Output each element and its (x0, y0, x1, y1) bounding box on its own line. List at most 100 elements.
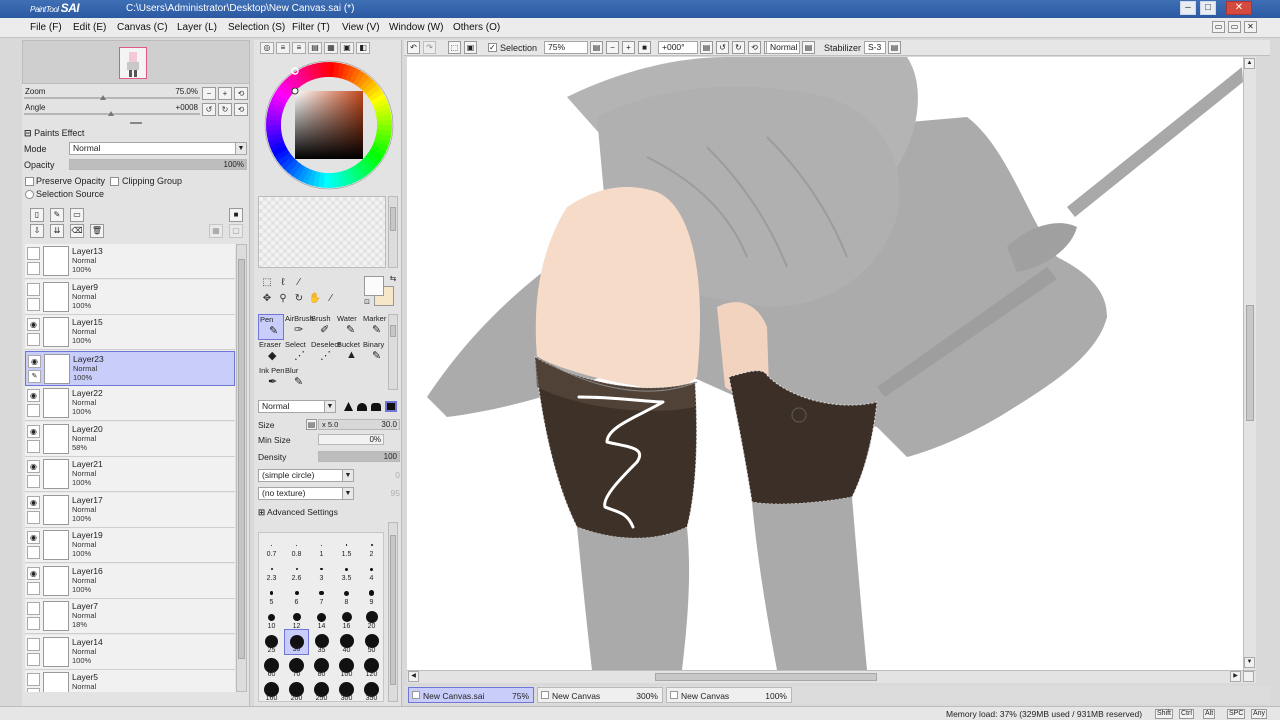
navigator-panel[interactable] (22, 40, 250, 84)
foreground-color-swatch[interactable] (364, 276, 384, 296)
brush-size-preset[interactable]: 2.6 (284, 557, 309, 583)
layer-lock-icon[interactable] (27, 333, 40, 346)
clear-layer-icon[interactable]: ⌫ (70, 224, 84, 238)
brush-size-preset[interactable]: 35 (309, 629, 334, 655)
canvas-tab[interactable]: New Canvas.sai 75% (408, 687, 534, 703)
canvas-tab[interactable]: New Canvas 100% (666, 687, 792, 703)
angle-slider[interactable]: Angle +0008 (24, 103, 200, 117)
clipping-group-checkbox[interactable] (110, 177, 119, 186)
brush-tool-binary[interactable]: Binary ✎ (362, 340, 388, 366)
canvas-horizontal-scrollbar[interactable]: ◀ ▶ (407, 670, 1256, 683)
color-wheel-tab-icon[interactable]: ◎ (260, 42, 274, 54)
layer-lock-icon[interactable] (27, 546, 40, 559)
eye-icon[interactable]: ◉ (27, 495, 40, 509)
brush-tool-ink-pen[interactable]: Ink Pen ✒ (258, 366, 284, 392)
density-slider[interactable]: 100 (318, 451, 400, 462)
rotate-reset-icon[interactable]: ⟲ (748, 41, 761, 54)
brush-size-preset[interactable]: 40 (334, 629, 359, 655)
layer-mode-select[interactable]: Normal ▼ (69, 142, 247, 155)
new-folder-icon[interactable]: ▭ (70, 208, 84, 222)
selection-source-checkbox[interactable] (25, 190, 34, 199)
menu-window[interactable]: Window (W) (389, 22, 443, 33)
brush-size-preset[interactable]: 300 (334, 677, 359, 703)
swatches-tab-icon[interactable]: ▦ (324, 42, 338, 54)
layer-row[interactable]: Layer14 Normal 100% (25, 634, 235, 670)
redo-icon[interactable]: ↷ (423, 41, 436, 54)
layer-row[interactable]: ◉ Layer15 Normal 100% (25, 315, 235, 350)
deselect-icon[interactable]: ⬚ (448, 41, 461, 54)
menu-file[interactable]: File (F) (30, 22, 62, 33)
hsv-slider-tab-icon[interactable]: ≡ (292, 42, 306, 54)
brush-size-preset[interactable]: 8 (334, 581, 359, 607)
rotate-cw-icon[interactable]: ↻ (732, 41, 745, 54)
layer-row[interactable]: ◉ ✎ Layer23 Normal 100% (25, 350, 235, 386)
menu-view[interactable]: View (V) (342, 22, 380, 33)
eye-hidden-icon[interactable] (27, 247, 40, 260)
scroll-right-icon[interactable]: ▶ (1230, 671, 1241, 682)
layer-row[interactable]: Layer7 Normal 18% (25, 599, 235, 634)
navigator-thumbnail[interactable] (119, 47, 147, 79)
rotate-left-button[interactable]: ↺ (202, 103, 216, 116)
brush-size-preset[interactable]: 3 (309, 557, 334, 583)
rotate-right-button[interactable]: ↻ (218, 103, 232, 116)
brush-size-preset[interactable]: 25 (259, 629, 284, 655)
menu-canvas[interactable]: Canvas (C) (117, 22, 168, 33)
zoom-slider[interactable]: Zoom 75.0% (24, 87, 200, 101)
mdi-close-button[interactable]: ✕ (1244, 21, 1257, 33)
preserve-opacity-checkbox[interactable] (25, 177, 34, 186)
eye-hidden-icon[interactable] (27, 282, 40, 296)
eye-hidden-icon[interactable] (27, 602, 40, 615)
brush-size-preset[interactable]: 30 (284, 629, 309, 655)
layer-list[interactable]: Layer13 Normal 100% Layer9 Normal 100% ◉ Layer1… (25, 244, 235, 692)
paints-effect-header[interactable]: ⊟ Paints Effect (24, 128, 84, 139)
maximize-button[interactable]: □ (1200, 1, 1216, 15)
brush-grid-scrollbar[interactable] (388, 314, 398, 390)
brush-size-preset[interactable]: 200 (284, 677, 309, 703)
size-multiplier-button[interactable]: ▤ (306, 419, 317, 430)
shape-sharp-icon[interactable] (344, 402, 353, 411)
color-mixer-tab-icon[interactable]: ▤ (308, 42, 322, 54)
brush-size-preset[interactable]: 7 (309, 581, 334, 607)
rect-select-icon[interactable]: ⬚ (260, 276, 274, 290)
zoom-in-icon[interactable]: + (622, 41, 635, 54)
menu-selection[interactable]: Selection (S) (228, 22, 285, 33)
swap-colors-icon[interactable]: ⇆ (386, 272, 400, 286)
brush-size-preset[interactable]: 5 (259, 581, 284, 607)
menu-others[interactable]: Others (O) (453, 22, 500, 33)
brush-tool-bucket[interactable]: Bucket ▲ (336, 340, 362, 366)
canvas-tab[interactable]: New Canvas 300% (537, 687, 663, 703)
layer-row[interactable]: ◉ Layer20 Normal 58% (25, 421, 235, 457)
shape-soft-icon[interactable] (357, 403, 367, 411)
eye-icon[interactable]: ◉ (27, 531, 40, 544)
mdi-tile-button[interactable]: ▭ (1228, 21, 1241, 33)
shape-flat-icon[interactable] (385, 401, 397, 412)
transparent-color-icon[interactable]: ⊡ (360, 296, 374, 310)
rotation-field[interactable]: +000° (658, 41, 698, 54)
brush-size-preset[interactable]: 9 (359, 581, 384, 607)
layer-lock-icon[interactable] (27, 688, 40, 692)
brush-size-preset[interactable]: 160 (259, 677, 284, 703)
layer-row[interactable]: ◉ Layer16 Normal 100% (25, 563, 235, 599)
rotate-ccw-icon[interactable]: ↺ (716, 41, 729, 54)
close-button[interactable]: ✕ (1226, 1, 1252, 15)
brush-size-preset[interactable]: 6 (284, 581, 309, 607)
eye-icon[interactable]: ◉ (27, 424, 40, 438)
scratchpad-tab-icon[interactable]: ▣ (340, 42, 354, 54)
brush-size-preset[interactable]: 350 (359, 677, 384, 703)
brush-tool-eraser[interactable]: Eraser ◆ (258, 340, 284, 366)
eye-icon[interactable]: ◉ (27, 318, 40, 331)
eyedropper-icon[interactable]: ⁄ (324, 292, 338, 306)
brush-size-preset[interactable]: 1 (309, 533, 334, 559)
layer-lock-icon[interactable] (27, 404, 40, 417)
canvas-vertical-scrollbar[interactable]: ▲ ▼ (1243, 57, 1256, 670)
zoom-field[interactable]: 75% (544, 41, 588, 54)
brush-shape-selector[interactable] (342, 400, 400, 413)
apply-mask-icon[interactable]: ▦ (209, 224, 223, 238)
brush-size-preset[interactable]: 20 (359, 605, 384, 631)
brush-size-preset[interactable]: 12 (284, 605, 309, 631)
brush-size-preset[interactable]: 250 (309, 677, 334, 703)
paint-brush-icon[interactable]: ✎ (28, 369, 41, 383)
brush-size-preset[interactable]: 2.3 (259, 557, 284, 583)
brush-size-preset[interactable]: 0.8 (284, 533, 309, 559)
brush-size-preset[interactable]: 2 (359, 533, 384, 559)
